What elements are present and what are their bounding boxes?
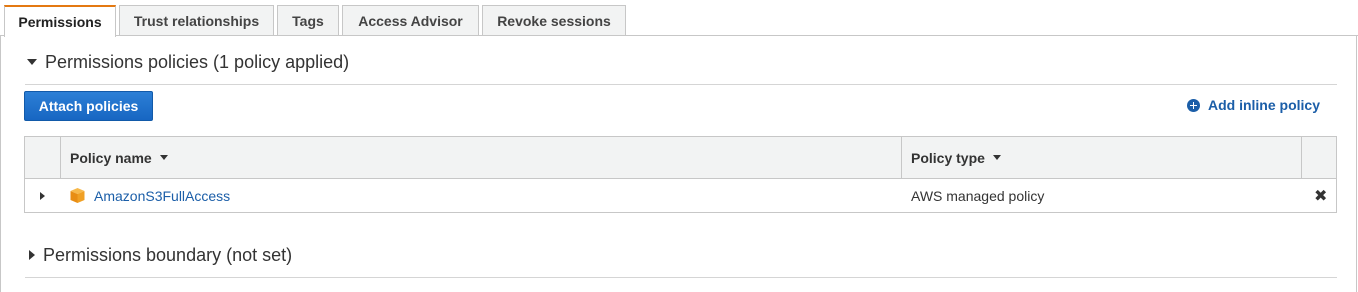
tab-trust-relationships[interactable]: Trust relationships xyxy=(119,5,274,36)
policy-name-cell: AmazonS3FullAccess xyxy=(61,179,902,212)
plus-circle-icon xyxy=(1186,98,1200,112)
policies-table: Policy name Policy type AmazonS3FullAcce… xyxy=(24,136,1337,213)
close-icon[interactable]: ✖ xyxy=(1314,186,1327,206)
permissions-boundary-title: Permissions boundary (not set) xyxy=(43,244,293,265)
sort-caret-icon xyxy=(992,155,1001,160)
column-label-policy-name: Policy name xyxy=(70,149,152,166)
column-header-policy-name[interactable]: Policy name xyxy=(61,137,902,178)
tab-bar: Permissions Trust relationships Tags Acc… xyxy=(0,5,1358,37)
permissions-panel: Permissions policies (1 policy applied) … xyxy=(0,35,1357,292)
expand-column-header xyxy=(25,137,61,178)
caret-down-icon xyxy=(27,59,37,65)
table-header: Policy name Policy type xyxy=(25,137,1336,179)
tab-tags[interactable]: Tags xyxy=(277,5,339,36)
column-header-policy-type[interactable]: Policy type xyxy=(902,137,1302,178)
permissions-policies-title: Permissions policies (1 policy applied) xyxy=(45,51,350,72)
add-inline-policy-label: Add inline policy xyxy=(1207,97,1320,113)
remove-cell: ✖ xyxy=(1302,179,1336,212)
row-expand-cell xyxy=(25,179,61,212)
row-expand-icon[interactable] xyxy=(40,191,45,200)
attach-policies-button[interactable]: Attach policies xyxy=(24,91,153,121)
column-label-policy-type: Policy type xyxy=(911,149,985,166)
aws-managed-cube-icon xyxy=(70,188,85,203)
permissions-boundary-header[interactable]: Permissions boundary (not set) xyxy=(25,233,1337,278)
tab-access-advisor[interactable]: Access Advisor xyxy=(342,5,479,36)
tab-permissions[interactable]: Permissions xyxy=(4,5,116,37)
table-row: AmazonS3FullAccess AWS managed policy ✖ xyxy=(25,179,1336,213)
caret-right-icon xyxy=(29,250,35,260)
permissions-policies-header[interactable]: Permissions policies (1 policy applied) xyxy=(25,40,1337,85)
add-inline-policy-link[interactable]: Add inline policy xyxy=(1186,97,1320,113)
policy-name-link[interactable]: AmazonS3FullAccess xyxy=(94,188,230,204)
policy-type-cell: AWS managed policy xyxy=(911,187,1045,204)
actions-column-header xyxy=(1302,137,1336,178)
tab-revoke-sessions[interactable]: Revoke sessions xyxy=(482,5,626,36)
sort-caret-icon xyxy=(159,155,168,160)
